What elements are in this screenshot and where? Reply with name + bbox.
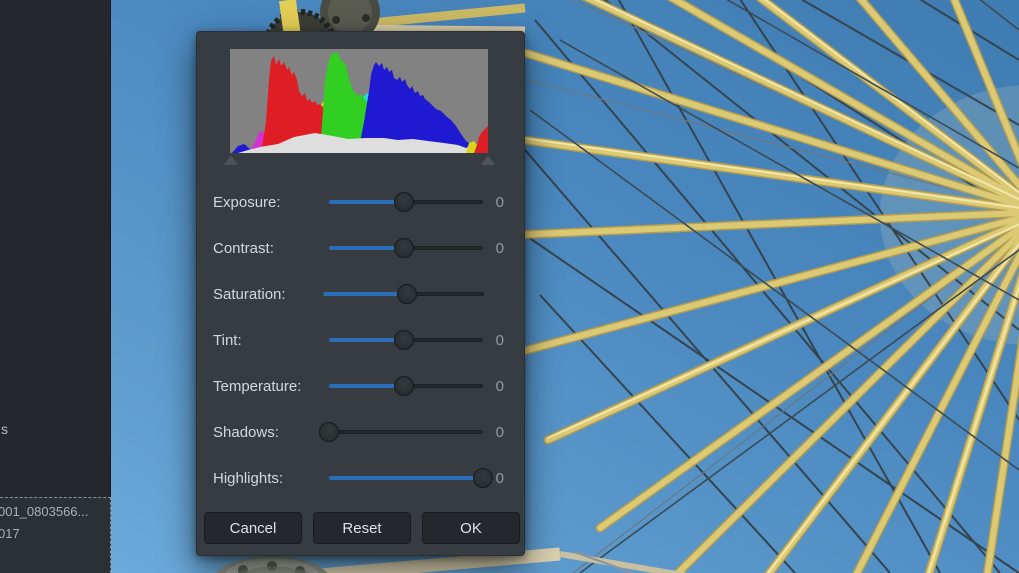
- sidebar-selected-item[interactable]: 001_0803566... 017: [0, 497, 111, 573]
- slider-handle[interactable]: [394, 238, 414, 258]
- histogram: [230, 49, 488, 153]
- slider-row-shadows: Shadows: 0: [197, 409, 526, 455]
- slider-handle[interactable]: [473, 468, 493, 488]
- slider-row-contrast: Contrast: 0: [197, 225, 526, 271]
- white-point-marker[interactable]: [481, 155, 495, 165]
- highlights-slider[interactable]: [329, 468, 483, 488]
- ok-button[interactable]: OK: [422, 512, 520, 544]
- slider-fill: [329, 384, 404, 388]
- highlights-label: Highlights:: [213, 470, 329, 487]
- dialog-buttons: Cancel Reset OK: [197, 512, 526, 544]
- reset-button[interactable]: Reset: [313, 512, 411, 544]
- shadows-slider[interactable]: [329, 422, 483, 442]
- temperature-slider[interactable]: [329, 376, 483, 396]
- shadows-value: 0: [484, 424, 504, 441]
- slider-handle[interactable]: [394, 330, 414, 350]
- contrast-slider[interactable]: [329, 238, 483, 258]
- slider-row-tint: Tint: 0: [197, 317, 526, 363]
- temperature-value: 0: [484, 378, 504, 395]
- tint-label: Tint:: [213, 332, 329, 349]
- slider-fill: [329, 246, 404, 250]
- contrast-label: Contrast:: [213, 240, 329, 257]
- slider-fill: [329, 200, 404, 204]
- slider-row-exposure: Exposure: 0: [197, 179, 526, 225]
- slider-track[interactable]: [329, 430, 483, 434]
- slider-fill: [329, 476, 483, 480]
- exposure-slider[interactable]: [329, 192, 483, 212]
- sidebar-label-fragment: s: [1, 421, 8, 437]
- exposure-value: 0: [484, 194, 504, 211]
- saturation-slider[interactable]: [323, 284, 484, 304]
- black-point-marker[interactable]: [224, 155, 238, 165]
- sidebar: s 001_0803566... 017: [0, 0, 111, 573]
- tint-slider[interactable]: [329, 330, 483, 350]
- shadows-label: Shadows:: [213, 424, 329, 441]
- cancel-button[interactable]: Cancel: [204, 512, 302, 544]
- slider-handle[interactable]: [394, 376, 414, 396]
- slider-handle[interactable]: [319, 422, 339, 442]
- temperature-label: Temperature:: [213, 378, 329, 395]
- tint-value: 0: [484, 332, 504, 349]
- slider-row-saturation: Saturation:: [197, 271, 526, 317]
- slider-row-temperature: Temperature: 0: [197, 363, 526, 409]
- slider-handle[interactable]: [397, 284, 417, 304]
- photo-filename: 001_0803566...: [0, 504, 111, 519]
- slider-handle[interactable]: [394, 192, 414, 212]
- screen: s 001_0803566... 017: [0, 0, 1019, 573]
- slider-fill: [323, 292, 407, 296]
- exposure-label: Exposure:: [213, 194, 329, 211]
- contrast-value: 0: [484, 240, 504, 257]
- color-adjust-dialog: Exposure: 0 Contrast: 0 Saturation:: [196, 31, 525, 556]
- saturation-label: Saturation:: [213, 286, 323, 303]
- slider-list: Exposure: 0 Contrast: 0 Saturation:: [197, 179, 526, 501]
- slider-row-highlights: Highlights: 0: [197, 455, 526, 501]
- photo-filename-line2: 017: [0, 526, 20, 541]
- slider-fill: [329, 338, 404, 342]
